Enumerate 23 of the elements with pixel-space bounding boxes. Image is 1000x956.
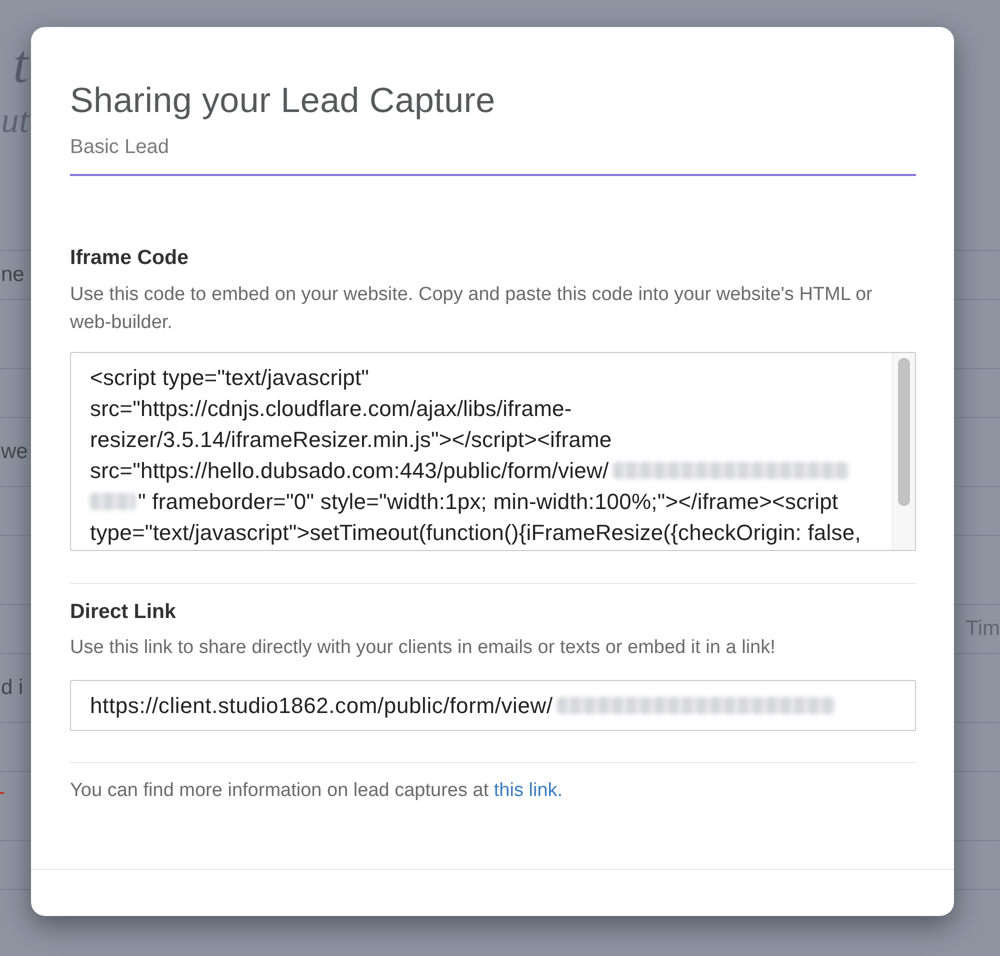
code-text: src="https://hello.dubsado.com:443/public/form/view/ xyxy=(90,457,609,485)
section-description: Use this code to embed on your website. Copy and paste this code into your website's HTML or web-builder. xyxy=(70,283,874,335)
code-text: <script type="text/javascript" xyxy=(90,364,370,392)
code-text: resizer/3.5.14/iframeResizer.min.js"></script><iframe xyxy=(90,426,612,454)
row-text-fragment: ne xyxy=(0,263,24,287)
blurred-text xyxy=(90,493,136,510)
section-description: Use this link to share directly with your clients in emails or texts or embed it in a link! xyxy=(70,636,776,660)
dialog-title: Sharing your Lead Capture xyxy=(70,81,496,121)
row-text-fragment: d i xyxy=(0,676,24,700)
marker-icon xyxy=(0,792,4,794)
row-text-fragment: we xyxy=(0,440,28,464)
code-text: src="https://cdnjs.cloudflare.com/ajax/libs/iframe- xyxy=(90,395,572,423)
scrollbar-track[interactable] xyxy=(892,353,915,550)
scrollbar-thumb[interactable] xyxy=(898,358,910,506)
info-note: You can find more information on lead captures at this link. xyxy=(70,779,564,803)
section-heading: Iframe Code xyxy=(70,246,190,270)
code-text: type="text/javascript">setTimeout(function(){iFrameResize({checkOrigin: false, xyxy=(90,519,861,547)
code-textarea[interactable] xyxy=(70,352,916,551)
section-heading: Direct Link xyxy=(70,600,177,624)
code-text: " frameborder="0" style="width:1px; min-width:100%;"></iframe><script xyxy=(138,488,838,516)
dialog-subtitle: Basic Lead xyxy=(70,135,170,159)
direct-link-field[interactable]: https://client.studio1862.com/public/form/view/ xyxy=(70,680,916,731)
info-link[interactable]: this link. xyxy=(494,780,563,801)
